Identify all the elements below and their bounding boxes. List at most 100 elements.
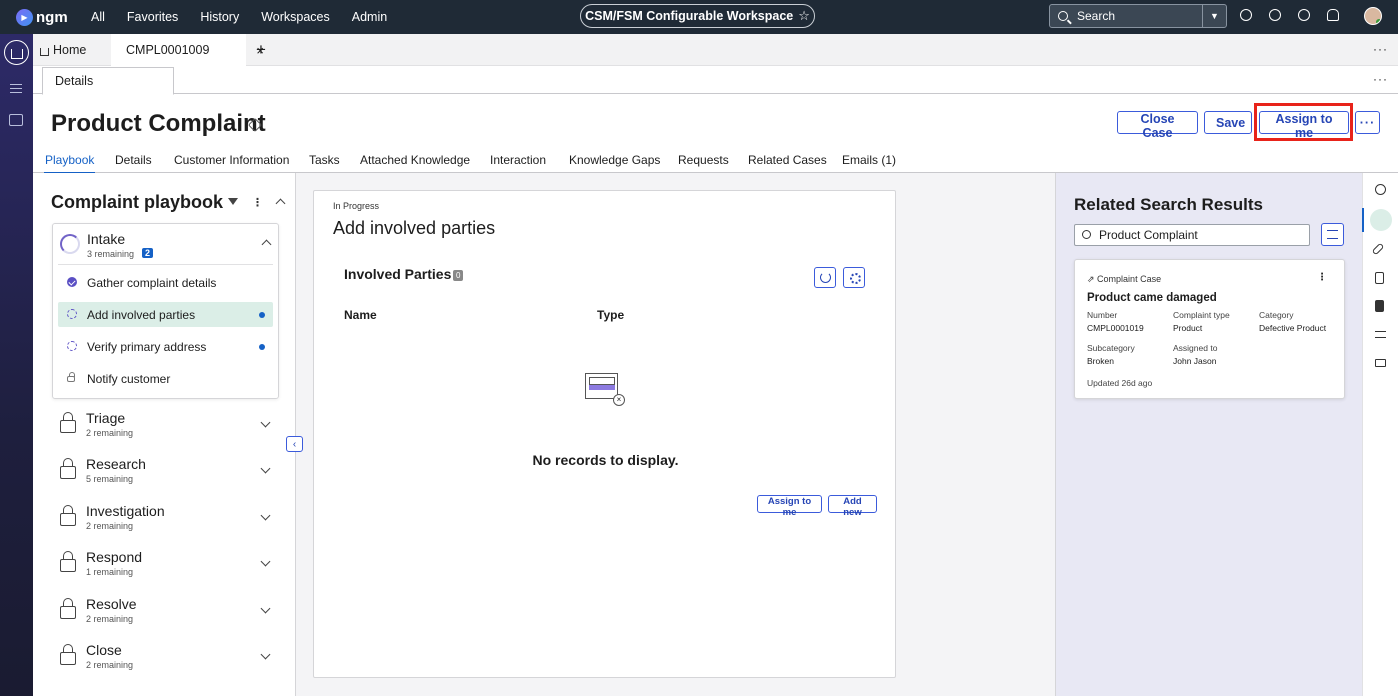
chat-icon[interactable] — [1269, 9, 1281, 21]
bell-icon[interactable] — [1327, 9, 1339, 21]
related-search[interactable] — [1074, 224, 1310, 246]
assign-to-me-button[interactable]: Assign to me — [757, 495, 822, 518]
step-label: Gather complaint details — [87, 275, 217, 290]
stage-respond[interactable]: Respond 1 remaining — [52, 547, 279, 587]
more-icon[interactable]: ⋮ — [252, 196, 263, 209]
attachment-icon[interactable] — [1371, 242, 1385, 256]
stage-remaining: 2 remaining — [86, 660, 134, 670]
chevron-down-icon[interactable] — [260, 556, 271, 567]
tab-tasks[interactable]: Tasks — [309, 153, 340, 167]
more-actions-button[interactable]: ··· — [1355, 111, 1380, 134]
field-value: John Jason — [1173, 356, 1217, 366]
list-icon[interactable] — [10, 84, 22, 93]
search-icon — [1082, 230, 1091, 239]
close-case-button[interactable]: Close Case — [1117, 111, 1198, 140]
chevron-down-icon[interactable] — [260, 417, 271, 428]
chevron-down-icon[interactable] — [260, 603, 271, 614]
related-search-input[interactable] — [1099, 227, 1299, 243]
global-search[interactable]: Search ▼ — [1049, 4, 1227, 28]
star-icon[interactable]: ☆ — [798, 8, 810, 24]
step-gather-complaint-details[interactable]: Gather complaint details — [58, 270, 273, 295]
nav-all[interactable]: All — [91, 10, 105, 24]
chevron-down-icon[interactable] — [260, 463, 271, 474]
step-add-involved-parties[interactable]: Add involved parties — [58, 302, 273, 327]
stage-research[interactable]: Research 5 remaining — [52, 454, 279, 494]
document-icon[interactable] — [1375, 272, 1384, 284]
stage-investigation[interactable]: Investigation 2 remaining — [52, 501, 279, 541]
top-bar: ▶ ngm All Favorites History Workspaces A… — [0, 0, 1398, 34]
list-icon[interactable] — [1375, 331, 1386, 338]
refresh-button[interactable] — [814, 267, 836, 288]
stage-resolve[interactable]: Resolve 2 remaining — [52, 594, 279, 634]
chevron-up-icon[interactable] — [261, 239, 272, 250]
tab-details[interactable]: Details — [115, 153, 152, 167]
case-tabs: Playbook Details Customer Information Ta… — [33, 150, 1398, 174]
workspace-selector[interactable]: CSM/FSM Configurable Workspace ☆ — [580, 4, 815, 28]
subtabs-more-icon[interactable]: ··· — [1373, 72, 1388, 86]
card-type: ⇗ Complaint Case — [1087, 274, 1162, 284]
tab-playbook[interactable]: Playbook — [43, 153, 96, 174]
add-new-button[interactable]: Add new — [828, 495, 877, 518]
card-title[interactable]: Product came damaged — [1087, 292, 1217, 304]
lock-icon — [60, 551, 76, 572]
tab-customer-information[interactable]: Customer Information — [174, 153, 289, 167]
nav-history[interactable]: History — [200, 10, 239, 24]
chevron-down-icon[interactable] — [260, 649, 271, 660]
lock-icon — [60, 644, 76, 665]
collapse-panel-button[interactable]: ‹ — [286, 436, 303, 452]
nav-workspaces[interactable]: Workspaces — [261, 10, 330, 24]
filter-icon[interactable] — [228, 198, 238, 205]
field-complaint-type: Complaint type Product — [1173, 310, 1230, 333]
settings-button[interactable] — [843, 267, 865, 288]
involved-parties-title: Involved Parties — [344, 266, 452, 282]
avatar[interactable] — [1364, 7, 1382, 25]
step-notify-customer[interactable]: Notify customer — [58, 366, 273, 391]
tab-home[interactable]: Home — [40, 34, 86, 66]
stage-name: Close — [86, 642, 122, 658]
empty-message: No records to display. — [532, 452, 679, 468]
home-icon[interactable] — [4, 40, 29, 65]
tab-knowledge-gaps[interactable]: Knowledge Gaps — [569, 153, 660, 167]
step-verify-primary-address[interactable]: Verify primary address — [58, 334, 273, 359]
search-dropdown-button[interactable]: ▼ — [1202, 5, 1226, 27]
top-icons — [1240, 9, 1339, 21]
chevron-down-icon[interactable] — [260, 510, 271, 521]
tab-case[interactable]: CMPL0001009 × — [111, 34, 264, 66]
stage-name: Intake — [87, 231, 126, 247]
related-title: Related Search Results — [1074, 195, 1263, 214]
empty-state-bar — [589, 385, 615, 390]
help-icon[interactable] — [1298, 9, 1310, 21]
tab-interaction[interactable]: Interaction — [490, 153, 546, 167]
stage-close[interactable]: Close 2 remaining — [52, 640, 279, 680]
brand-logo[interactable]: ▶ ngm — [16, 8, 76, 26]
knowledge-icon[interactable] — [1370, 209, 1392, 231]
filter-settings-button[interactable] — [1321, 223, 1344, 246]
save-button[interactable]: Save — [1204, 111, 1252, 134]
chevron-up-icon[interactable] — [275, 198, 286, 209]
tab-details[interactable]: Details — [42, 67, 174, 95]
column-header-type[interactable]: Type — [597, 308, 624, 322]
column-header-name[interactable]: Name — [344, 308, 377, 322]
field-label: Category — [1259, 310, 1294, 320]
panel-icon[interactable] — [1375, 359, 1386, 367]
more-icon[interactable]: ⋮ — [1317, 272, 1327, 283]
lock-icon — [60, 598, 76, 619]
nav-admin[interactable]: Admin — [352, 10, 387, 24]
inbox-icon[interactable] — [9, 114, 23, 126]
stage-triage[interactable]: Triage 2 remaining — [52, 408, 279, 448]
nav-favorites[interactable]: Favorites — [127, 10, 178, 24]
file-icon[interactable] — [1375, 300, 1384, 312]
tab-requests[interactable]: Requests — [678, 153, 729, 167]
result-card[interactable]: ⇗ Complaint Case ⋮ Product came damaged … — [1074, 259, 1345, 399]
field-number: Number CMPL0001019 — [1087, 310, 1144, 333]
assign-to-me-button[interactable]: Assign to me — [1259, 111, 1349, 140]
globe-icon[interactable] — [1240, 9, 1252, 21]
tab-emails[interactable]: Emails (1) — [842, 153, 896, 167]
tabs-more-icon[interactable]: ··· — [1373, 42, 1388, 56]
add-tab-button[interactable]: + — [256, 34, 266, 66]
tab-attached-knowledge[interactable]: Attached Knowledge — [360, 153, 470, 167]
lock-icon — [60, 505, 76, 526]
tab-related-cases[interactable]: Related Cases — [748, 153, 827, 167]
stage-badge: 2 — [142, 248, 154, 258]
dashboard-icon[interactable] — [1375, 184, 1386, 195]
